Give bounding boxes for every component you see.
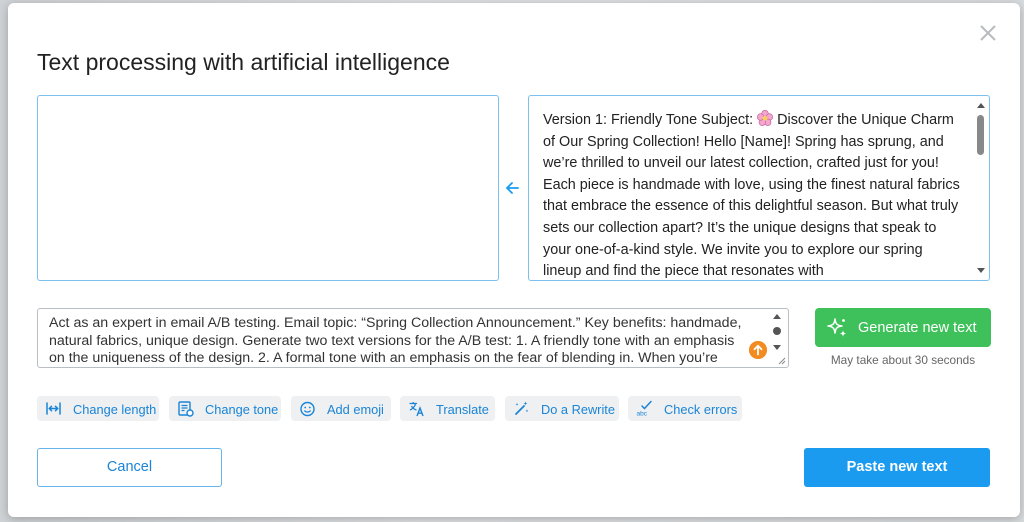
result-scrollbar[interactable] [974,97,988,279]
ai-text-dialog: Text processing with artificial intellig… [8,3,1020,517]
generate-new-text-button[interactable]: Generate new text [815,308,991,347]
rewrite-label: Do a Rewrite [541,402,615,417]
svg-text:abc: abc [637,411,648,418]
spellcheck-icon: abc [637,400,652,418]
prompt-scrollbar[interactable] [772,314,782,350]
add-emoji-button[interactable]: Add emoji [291,396,391,421]
change-tone-button[interactable]: Change tone [169,396,281,421]
paste-new-text-button[interactable]: Paste new text [804,448,990,487]
sparkle-icon [827,318,847,337]
rewrite-icon [515,401,529,415]
source-text-area[interactable] [37,95,499,281]
prompt-scroll-down-icon[interactable] [773,345,781,350]
arrow-left-icon[interactable] [504,179,522,197]
result-text-rest: Discover the Unique Charm of Our Spring … [543,112,960,280]
generate-label: Generate new text [858,320,977,336]
result-text-start: Version 1: Friendly Tone Subject: [543,112,754,128]
check-errors-button[interactable]: abc Check errors [628,396,742,421]
change-length-button[interactable]: Change length [37,396,159,421]
add-emoji-label: Add emoji [327,402,384,417]
result-text-area[interactable]: Version 1: Friendly Tone Subject: Discov… [528,95,990,281]
result-text: Version 1: Friendly Tone Subject: Discov… [543,110,963,280]
rewrite-button[interactable]: Do a Rewrite [505,396,619,421]
prompt-scroll-thumb[interactable] [773,327,781,335]
translate-icon [409,402,424,417]
prompt-text: Act as an expert in email A/B testing. E… [49,315,742,366]
resize-grip-icon[interactable] [777,356,786,365]
close-icon[interactable] [978,23,998,43]
check-errors-label: Check errors [664,402,738,417]
translate-button[interactable]: Translate [400,396,495,421]
change-length-icon [46,402,61,415]
emoji-icon [300,401,315,417]
flower-emoji-icon [757,110,774,126]
translate-label: Translate [436,402,489,417]
prompt-input[interactable]: Act as an expert in email A/B testing. E… [37,308,789,368]
scroll-down-icon[interactable] [977,268,985,273]
dialog-title: Text processing with artificial intellig… [37,49,450,75]
change-tone-label: Change tone [205,402,279,417]
scroll-up-icon[interactable] [977,103,985,108]
scroll-thumb[interactable] [977,115,984,155]
cancel-button[interactable]: Cancel [37,448,222,487]
prompt-scroll-up-icon[interactable] [773,314,781,319]
change-tone-icon [178,401,194,417]
send-arrow-icon[interactable] [749,341,767,359]
generate-note: May take about 30 seconds [830,353,976,367]
change-length-label: Change length [73,402,157,417]
